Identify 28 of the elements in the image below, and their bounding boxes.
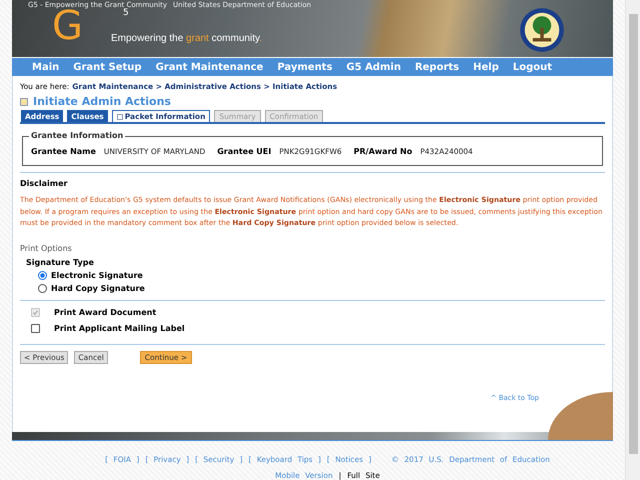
radio-label: Electronic Signature — [51, 270, 143, 280]
logo-superscript: 5 — [123, 8, 129, 18]
page-title: Initiate Admin Actions — [33, 95, 171, 108]
nav-link[interactable]: G5 Admin — [346, 62, 401, 72]
disclaimer-heading: Disclaimer — [20, 179, 68, 188]
nav-link[interactable]: Payments — [277, 62, 332, 72]
print-options-label: Print Options — [20, 244, 73, 252]
field-label: Grantee UEI — [217, 147, 272, 156]
signature-type-label: Signature Type — [26, 258, 95, 266]
nav-link[interactable]: Logout — [512, 62, 552, 72]
radio-button[interactable] — [38, 270, 47, 280]
seal-icon — [519, 7, 565, 53]
panel-legend: Grantee Information — [29, 131, 126, 140]
radio-button[interactable] — [38, 284, 47, 292]
nav-link[interactable]: Main — [32, 62, 60, 72]
nav-link[interactable]: Grant Maintenance — [156, 62, 264, 72]
nav-link[interactable]: Reports — [414, 62, 460, 72]
checkbox[interactable] — [31, 324, 40, 332]
checkbox-label: Print Award Document — [54, 308, 156, 316]
nav-link[interactable]: Help — [473, 62, 499, 72]
title-icon — [20, 98, 28, 106]
field-label: PR/Award No — [354, 147, 412, 156]
radio-label: Hard Copy Signature — [51, 284, 145, 292]
scrollbar[interactable] — [625, 0, 640, 480]
checkbox-label: Print Applicant Mailing Label — [54, 324, 185, 332]
nav-link[interactable]: Grant Setup — [73, 62, 142, 72]
tagline: Empowering the grant community. — [111, 33, 262, 44]
field-label: Grantee Name — [31, 147, 96, 156]
